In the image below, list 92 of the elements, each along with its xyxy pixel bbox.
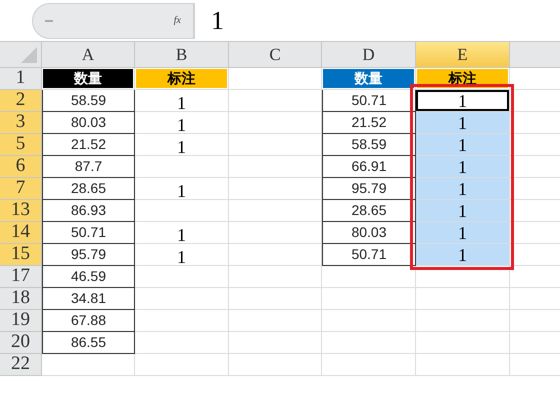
- table-cell[interactable]: 1: [416, 134, 510, 156]
- empty-cell[interactable]: [229, 222, 322, 244]
- table-cell[interactable]: 1: [416, 178, 510, 200]
- row-header[interactable]: 7: [0, 178, 42, 200]
- table-cell-text: 86.55: [70, 333, 106, 352]
- table-cell-text: 95.79: [351, 179, 387, 198]
- empty-cell[interactable]: [416, 332, 510, 354]
- table-cell-text: 50.71: [70, 223, 106, 242]
- formula-input[interactable]: 1: [194, 2, 560, 38]
- table-cell-text: 34.81: [70, 289, 106, 308]
- name-box[interactable]: fx: [32, 2, 194, 38]
- row-header[interactable]: 19: [0, 310, 42, 332]
- empty-cell[interactable]: [229, 310, 322, 332]
- column-header[interactable]: B: [135, 42, 229, 68]
- empty-cell[interactable]: [229, 156, 322, 178]
- header-cell: 数量: [43, 69, 133, 88]
- header-cell: 标注: [136, 69, 227, 88]
- row-header[interactable]: 3: [0, 112, 42, 134]
- table-cell[interactable]: 1: [416, 200, 510, 222]
- empty-cell[interactable]: [229, 332, 322, 354]
- minus-icon: [45, 20, 53, 22]
- table-cell-text: 28.65: [351, 201, 387, 220]
- empty-cell[interactable]: [135, 310, 229, 332]
- empty-cell[interactable]: [135, 156, 229, 178]
- column-header[interactable]: A: [42, 42, 135, 68]
- empty-cell[interactable]: [135, 288, 229, 310]
- empty-cell[interactable]: [416, 354, 510, 376]
- row-header[interactable]: 22: [0, 354, 42, 376]
- empty-cell[interactable]: [135, 332, 229, 354]
- table-cell-text: 80.03: [70, 113, 106, 132]
- select-all-icon[interactable]: [21, 47, 37, 63]
- table-cell-text: 21.52: [351, 113, 387, 132]
- empty-cell[interactable]: [322, 354, 416, 376]
- column-header[interactable]: [510, 42, 560, 68]
- empty-cell[interactable]: [229, 354, 322, 376]
- table-cell-text: 46.59: [70, 267, 106, 286]
- table-cell-text: 58.59: [70, 91, 106, 110]
- table-cell-text: 50.71: [351, 245, 387, 264]
- empty-cell[interactable]: [229, 266, 322, 288]
- empty-cell[interactable]: [416, 310, 510, 332]
- empty-cell[interactable]: [322, 288, 416, 310]
- row-header[interactable]: 6: [0, 156, 42, 178]
- empty-cell[interactable]: [135, 200, 229, 222]
- function-label[interactable]: fx: [174, 13, 181, 28]
- table-cell[interactable]: 1: [416, 112, 510, 134]
- table-cell: 1: [177, 182, 186, 200]
- empty-cell[interactable]: [135, 266, 229, 288]
- empty-cell[interactable]: [229, 178, 322, 200]
- column-header[interactable]: D: [322, 42, 416, 68]
- empty-cell[interactable]: [416, 266, 510, 288]
- empty-cell[interactable]: [322, 266, 416, 288]
- table-cell: 1: [177, 226, 186, 244]
- empty-cell[interactable]: [229, 134, 322, 156]
- empty-cell[interactable]: [135, 354, 229, 376]
- row-header[interactable]: 5: [0, 134, 42, 156]
- row-header[interactable]: 2: [0, 90, 42, 112]
- table-cell-text: 86.93: [70, 201, 106, 220]
- table-cell-text: 21.52: [70, 135, 106, 154]
- column-header[interactable]: C: [229, 42, 322, 68]
- column-header[interactable]: E: [416, 42, 510, 68]
- row-header[interactable]: 15: [0, 244, 42, 266]
- table-cell-text: 58.59: [351, 135, 387, 154]
- table-cell: 1: [177, 248, 186, 266]
- table-cell-text: 87.7: [74, 157, 102, 176]
- table-cell: 1: [177, 116, 186, 134]
- empty-cell[interactable]: [229, 244, 322, 266]
- table-cell: 1: [177, 138, 186, 156]
- row-header[interactable]: 20: [0, 332, 42, 354]
- table-cell[interactable]: 1: [416, 90, 510, 112]
- empty-cell[interactable]: [229, 200, 322, 222]
- table-cell-text: 66.91: [351, 157, 387, 176]
- table-cell[interactable]: 1: [416, 156, 510, 178]
- header-cell: 数量: [323, 69, 414, 88]
- table-cell-text: 95.79: [70, 245, 106, 264]
- row-header[interactable]: 13: [0, 200, 42, 222]
- table-cell[interactable]: 1: [416, 222, 510, 244]
- table-cell-text: 50.71: [351, 91, 387, 110]
- table-cell[interactable]: 1: [416, 244, 510, 266]
- empty-cell[interactable]: [416, 288, 510, 310]
- empty-cell[interactable]: [322, 310, 416, 332]
- row-header[interactable]: 17: [0, 266, 42, 288]
- row-header[interactable]: 18: [0, 288, 42, 310]
- row-header[interactable]: 14: [0, 222, 42, 244]
- empty-cell[interactable]: [322, 332, 416, 354]
- table-cell-text: 80.03: [351, 223, 387, 242]
- table-cell-text: 67.88: [70, 311, 106, 330]
- table-cell-text: 28.65: [70, 179, 106, 198]
- row-header[interactable]: 1: [0, 68, 42, 90]
- empty-cell[interactable]: [229, 90, 322, 112]
- empty-cell[interactable]: [229, 288, 322, 310]
- table-cell: 1: [177, 94, 186, 112]
- empty-cell[interactable]: [229, 112, 322, 134]
